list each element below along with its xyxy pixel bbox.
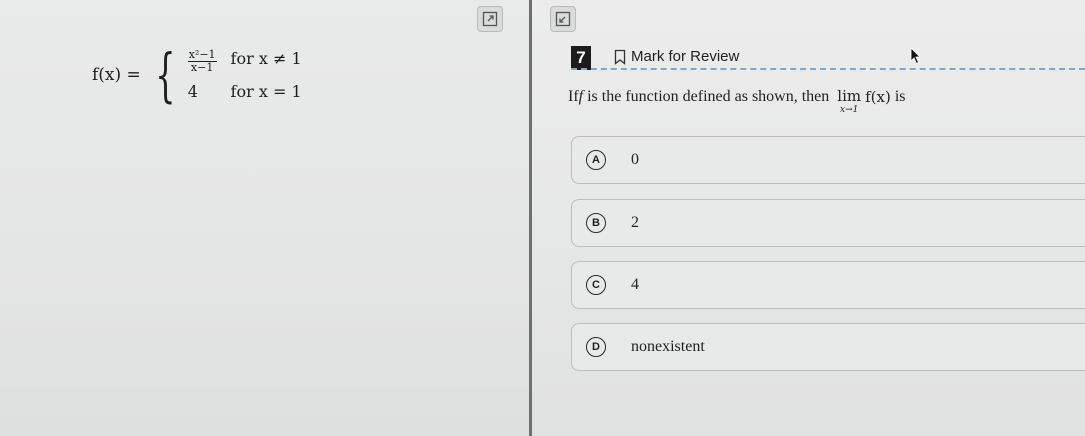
- limit-subscript: x→1: [840, 104, 859, 115]
- case1-denominator: x−1: [190, 61, 214, 74]
- choice-d[interactable]: D nonexistent: [571, 323, 1085, 371]
- choice-text: 2: [631, 214, 639, 231]
- bookmark-icon: [614, 49, 626, 65]
- choice-text: 0: [631, 151, 639, 168]
- equation-lhs: f(x) =: [92, 65, 141, 85]
- equation-cases: x²−1 x−1 for x ≠ 1 4 for x = 1: [187, 48, 302, 102]
- choice-b[interactable]: B 2: [571, 199, 1085, 247]
- choice-a[interactable]: A 0: [571, 136, 1085, 184]
- question-stem: If f is the function defined as shown, t…: [568, 88, 906, 115]
- question-text-before: If: [568, 88, 579, 105]
- choice-letter: B: [586, 213, 606, 233]
- case2-condition: for x = 1: [230, 82, 302, 102]
- passage-pane: f(x) = { x²−1 x−1 for x ≠ 1 4 for x = 1: [0, 0, 529, 436]
- choice-letter: D: [586, 337, 606, 357]
- question-text-mid: is the function defined as shown, then: [583, 88, 834, 105]
- mark-for-review-label: Mark for Review: [631, 48, 740, 65]
- piecewise-equation: f(x) = { x²−1 x−1 for x ≠ 1 4 for x = 1: [92, 40, 302, 110]
- choice-text: nonexistent: [631, 338, 705, 355]
- collapse-icon[interactable]: [550, 6, 576, 32]
- question-number: 7: [571, 46, 591, 70]
- limit-operator: lim x→1: [837, 88, 861, 115]
- mark-for-review-button[interactable]: Mark for Review: [614, 48, 739, 65]
- choice-letter: C: [586, 275, 606, 295]
- choice-letter: A: [586, 150, 606, 170]
- cursor-icon: [910, 47, 921, 65]
- limit-word: lim: [837, 87, 862, 105]
- brace: {: [155, 41, 176, 109]
- case1-fraction: x²−1 x−1: [187, 48, 217, 74]
- choice-text: 4: [631, 276, 639, 293]
- header-divider: [571, 68, 1085, 70]
- expand-icon[interactable]: [477, 6, 503, 32]
- case1-condition: for x ≠ 1: [230, 48, 302, 68]
- case2-value: 4: [187, 82, 198, 102]
- choice-c[interactable]: C 4: [571, 261, 1085, 309]
- limit-expression: f(x): [865, 88, 891, 106]
- question-text-after: is: [890, 88, 906, 105]
